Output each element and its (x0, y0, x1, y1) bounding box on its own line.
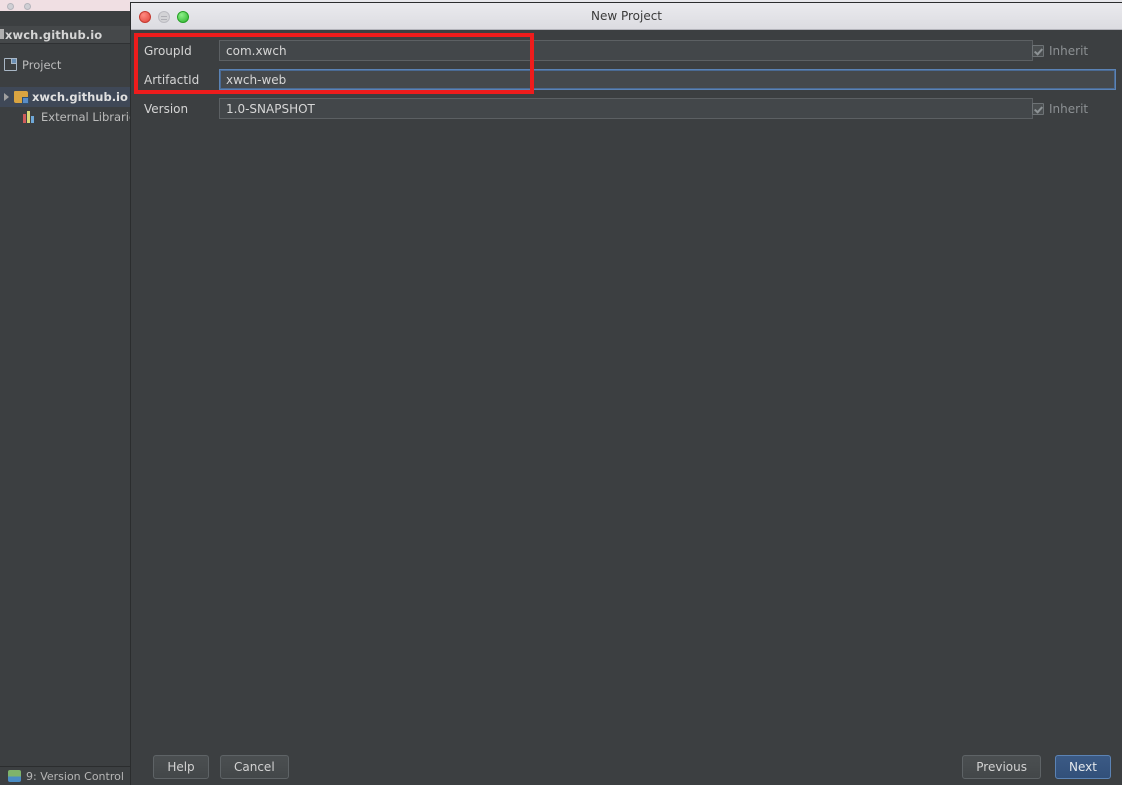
artifactid-input[interactable]: xwch-web (219, 69, 1116, 90)
version-label: Version (144, 101, 189, 116)
dialog-title-bar: New Project (131, 3, 1122, 30)
dialog-body: GroupId com.xwch Inherit ArtifactId xwch… (131, 30, 1122, 745)
form-row-artifactid: ArtifactId xwch-web (131, 65, 1122, 94)
project-root-icon (0, 29, 4, 39)
version-inherit-checkbox[interactable] (1032, 102, 1044, 115)
new-project-dialog: New Project GroupId com.xwch Inherit Art… (131, 3, 1122, 785)
tree-row[interactable]: External Librarie (0, 107, 131, 127)
project-sidebar: xwch.github.io Project xwch.github.io Ex… (0, 11, 131, 785)
version-inherit-label: Inherit (1049, 101, 1089, 116)
version-control-icon (8, 770, 21, 782)
folder-module-icon (14, 91, 29, 104)
tree-item-label: External Librarie (41, 110, 131, 124)
groupid-label: GroupId (144, 43, 192, 58)
ide-minimize-button[interactable] (24, 3, 31, 10)
cancel-button[interactable]: Cancel (220, 755, 289, 779)
artifactid-label: ArtifactId (144, 72, 200, 87)
dialog-title: New Project (590, 9, 663, 23)
sidebar-tab-project-label: Project (22, 57, 62, 72)
groupid-inherit-label: Inherit (1049, 43, 1089, 58)
ide-title-strip-tint (0, 0, 130, 11)
sidebar-tab-project[interactable]: Project (4, 55, 61, 74)
tree-row[interactable]: xwch.github.io (0, 87, 131, 107)
help-button[interactable]: Help (153, 755, 209, 779)
form-row-version: Version 1.0-SNAPSHOT Inherit (131, 94, 1122, 123)
previous-button[interactable]: Previous (962, 755, 1041, 779)
chevron-right-icon[interactable] (4, 93, 9, 101)
groupid-input[interactable]: com.xwch (219, 40, 1033, 61)
ide-close-button[interactable] (7, 3, 14, 10)
form-row-groupid: GroupId com.xwch Inherit (131, 36, 1122, 65)
version-inherit-group[interactable]: Inherit (1032, 94, 1116, 123)
next-button[interactable]: Next (1055, 755, 1111, 779)
project-tab-icon (4, 58, 17, 71)
version-input[interactable]: 1.0-SNAPSHOT (219, 98, 1033, 119)
groupid-inherit-checkbox[interactable] (1032, 44, 1044, 57)
tree-item-label: xwch.github.io (32, 90, 128, 104)
version-control-label: 9: Version Control (26, 769, 124, 783)
dialog-footer: Help Cancel Previous Next (131, 745, 1122, 785)
sidebar-project-name: xwch.github.io (5, 28, 103, 42)
version-control-tool-button[interactable]: 9: Version Control (0, 766, 131, 785)
groupid-inherit-group[interactable]: Inherit (1032, 36, 1116, 65)
external-libraries-icon (23, 111, 36, 123)
